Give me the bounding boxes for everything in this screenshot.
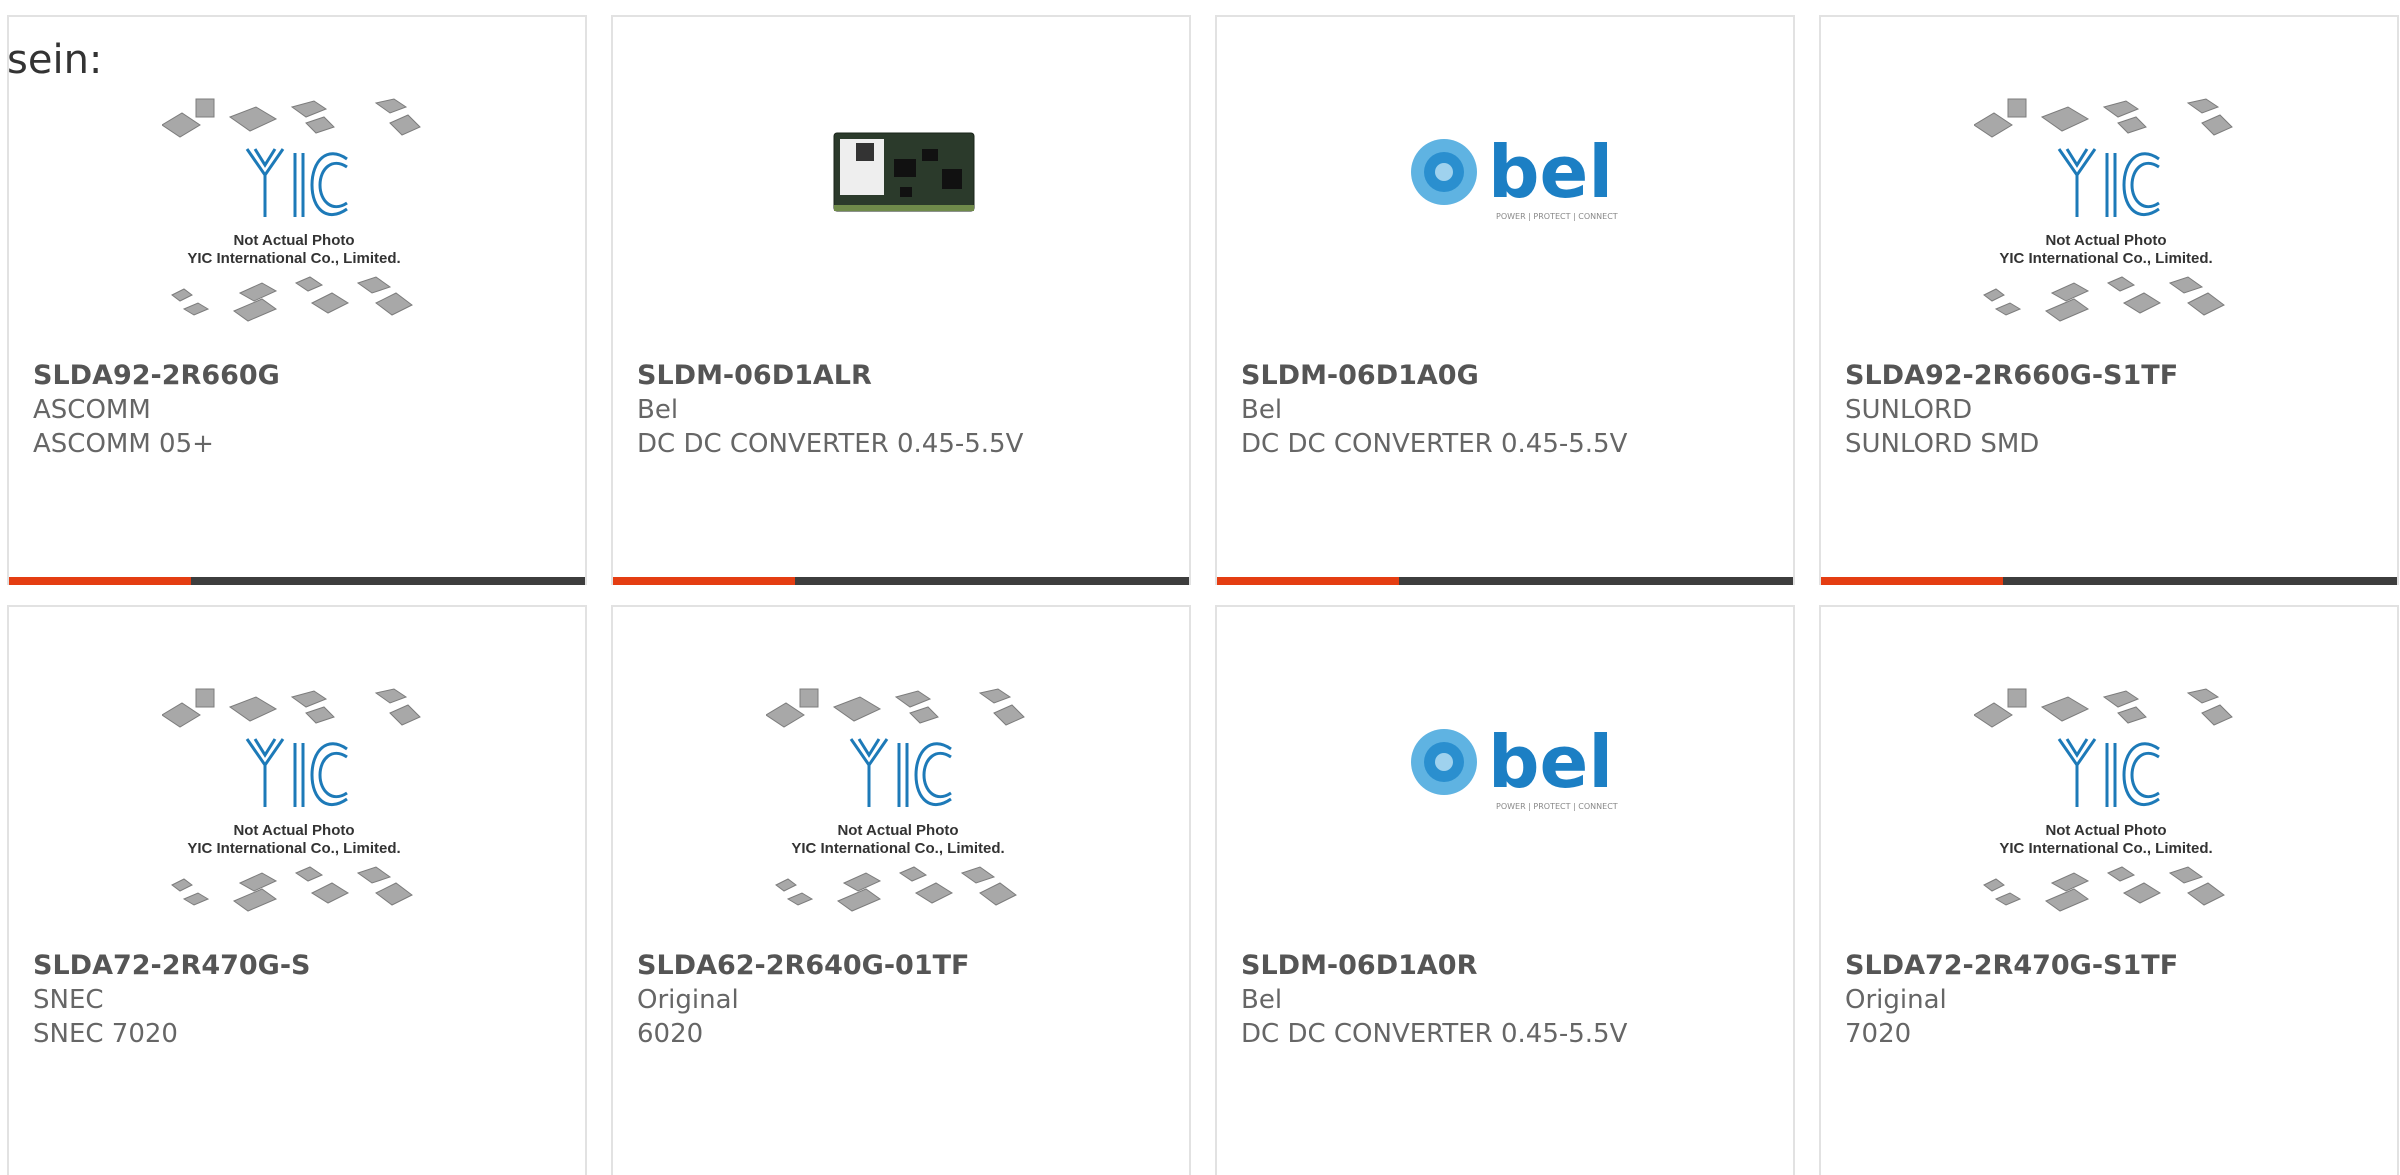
placeholder-caption-1: Not Actual Photo <box>837 822 958 839</box>
product-card[interactable]: Not Actual Photo YIC International Co., … <box>611 605 1191 1175</box>
product-image[interactable]: Not Actual Photo YIC International Co., … <box>9 97 585 367</box>
card-bottom-bar-accent <box>1217 577 1399 585</box>
product-image[interactable] <box>613 97 1189 367</box>
manufacturer: Bel <box>637 395 679 425</box>
card-bottom-bar <box>613 577 1189 585</box>
product-card[interactable]: Not Actual Photo YIC International Co., … <box>1819 605 2399 1175</box>
placeholder-caption-2: YIC International Co., Limited. <box>187 840 400 857</box>
bel-wordmark: bel <box>1488 130 1613 214</box>
placeholder-caption-2: YIC International Co., Limited. <box>187 250 400 267</box>
part-number[interactable]: SLDM-06D1A0G <box>1241 359 1783 393</box>
bel-wordmark: bel <box>1488 720 1613 804</box>
part-number[interactable]: SLDM-06D1A0R <box>1241 949 1783 983</box>
part-number[interactable]: SLDA92-2R660G-S1TF <box>1845 359 2387 393</box>
card-bottom-bar <box>1217 577 1793 585</box>
product-image[interactable]: Not Actual Photo YIC International Co., … <box>1821 97 2397 367</box>
product-card[interactable]: bel POWER | PROTECT | CONNECT SLDM-06D1A… <box>1215 15 1795 585</box>
manufacturer: ASCOMM <box>33 395 151 425</box>
yic-placeholder-image: Not Actual Photo YIC International Co., … <box>1974 98 2233 322</box>
description: ASCOMM 05+ <box>33 429 214 459</box>
description: DC DC CONVERTER 0.45-5.5V <box>637 429 1024 459</box>
product-card[interactable]: Not Actual Photo YIC International Co., … <box>7 605 587 1175</box>
manufacturer: Original <box>637 985 739 1015</box>
product-card[interactable]: bel POWER | PROTECT | CONNECT SLDM-06D1A… <box>1215 605 1795 1175</box>
product-card[interactable]: Not Actual Photo YIC International Co., … <box>7 15 587 585</box>
description: SUNLORD SMD <box>1845 429 2040 459</box>
placeholder-caption-2: YIC International Co., Limited. <box>791 840 1004 857</box>
yic-placeholder-image: Not Actual Photo YIC International Co., … <box>162 98 421 322</box>
part-number[interactable]: SLDA62-2R640G-01TF <box>637 949 1179 983</box>
card-bottom-bar-accent <box>9 577 191 585</box>
card-bottom-bar-accent <box>1821 577 2003 585</box>
part-number[interactable]: SLDA72-2R470G-S1TF <box>1845 949 2387 983</box>
manufacturer: Original <box>1845 985 1947 1015</box>
placeholder-caption-2: YIC International Co., Limited. <box>1999 840 2212 857</box>
bel-tagline: POWER | PROTECT | CONNECT <box>1496 802 1618 811</box>
card-bottom-bar <box>9 577 585 585</box>
yic-placeholder-image: Not Actual Photo YIC International Co., … <box>766 688 1025 912</box>
product-image[interactable]: Not Actual Photo YIC International Co., … <box>9 687 585 957</box>
product-grid: Not Actual Photo YIC International Co., … <box>7 15 2399 1175</box>
manufacturer: Bel <box>1241 985 1283 1015</box>
yic-placeholder-image: Not Actual Photo YIC International Co., … <box>162 688 421 912</box>
manufacturer: SNEC <box>33 985 104 1015</box>
placeholder-caption-1: Not Actual Photo <box>2045 232 2166 249</box>
product-image[interactable]: Not Actual Photo YIC International Co., … <box>613 687 1189 957</box>
module-photo-image <box>833 132 975 212</box>
intro-text: sein: <box>7 37 103 83</box>
card-bottom-bar <box>1821 577 2397 585</box>
description: SNEC 7020 <box>33 1019 178 1049</box>
description: DC DC CONVERTER 0.45-5.5V <box>1241 429 1628 459</box>
placeholder-caption-2: YIC International Co., Limited. <box>1999 250 2212 267</box>
manufacturer: SUNLORD <box>1845 395 1973 425</box>
product-image[interactable]: bel POWER | PROTECT | CONNECT <box>1217 687 1793 957</box>
part-number[interactable]: SLDA92-2R660G <box>33 359 575 393</box>
description: 6020 <box>637 1019 704 1049</box>
product-card[interactable]: Not Actual Photo YIC International Co., … <box>1819 15 2399 585</box>
part-number[interactable]: SLDM-06D1ALR <box>637 359 1179 393</box>
placeholder-caption-1: Not Actual Photo <box>2045 822 2166 839</box>
bel-tagline: POWER | PROTECT | CONNECT <box>1496 212 1618 221</box>
yic-placeholder-image: Not Actual Photo YIC International Co., … <box>1974 688 2233 912</box>
placeholder-caption-1: Not Actual Photo <box>233 822 354 839</box>
description: DC DC CONVERTER 0.45-5.5V <box>1241 1019 1628 1049</box>
part-number[interactable]: SLDA72-2R470G-S <box>33 949 575 983</box>
manufacturer: Bel <box>1241 395 1283 425</box>
product-card[interactable]: SLDM-06D1ALR Bel DC DC CONVERTER 0.45-5.… <box>611 15 1191 585</box>
product-image[interactable]: bel POWER | PROTECT | CONNECT <box>1217 97 1793 367</box>
bel-logo-image: bel POWER | PROTECT | CONNECT <box>1411 130 1618 221</box>
card-bottom-bar-accent <box>613 577 795 585</box>
placeholder-caption-1: Not Actual Photo <box>233 232 354 249</box>
description: 7020 <box>1845 1019 1912 1049</box>
product-image[interactable]: Not Actual Photo YIC International Co., … <box>1821 687 2397 957</box>
bel-logo-image: bel POWER | PROTECT | CONNECT <box>1411 720 1618 811</box>
